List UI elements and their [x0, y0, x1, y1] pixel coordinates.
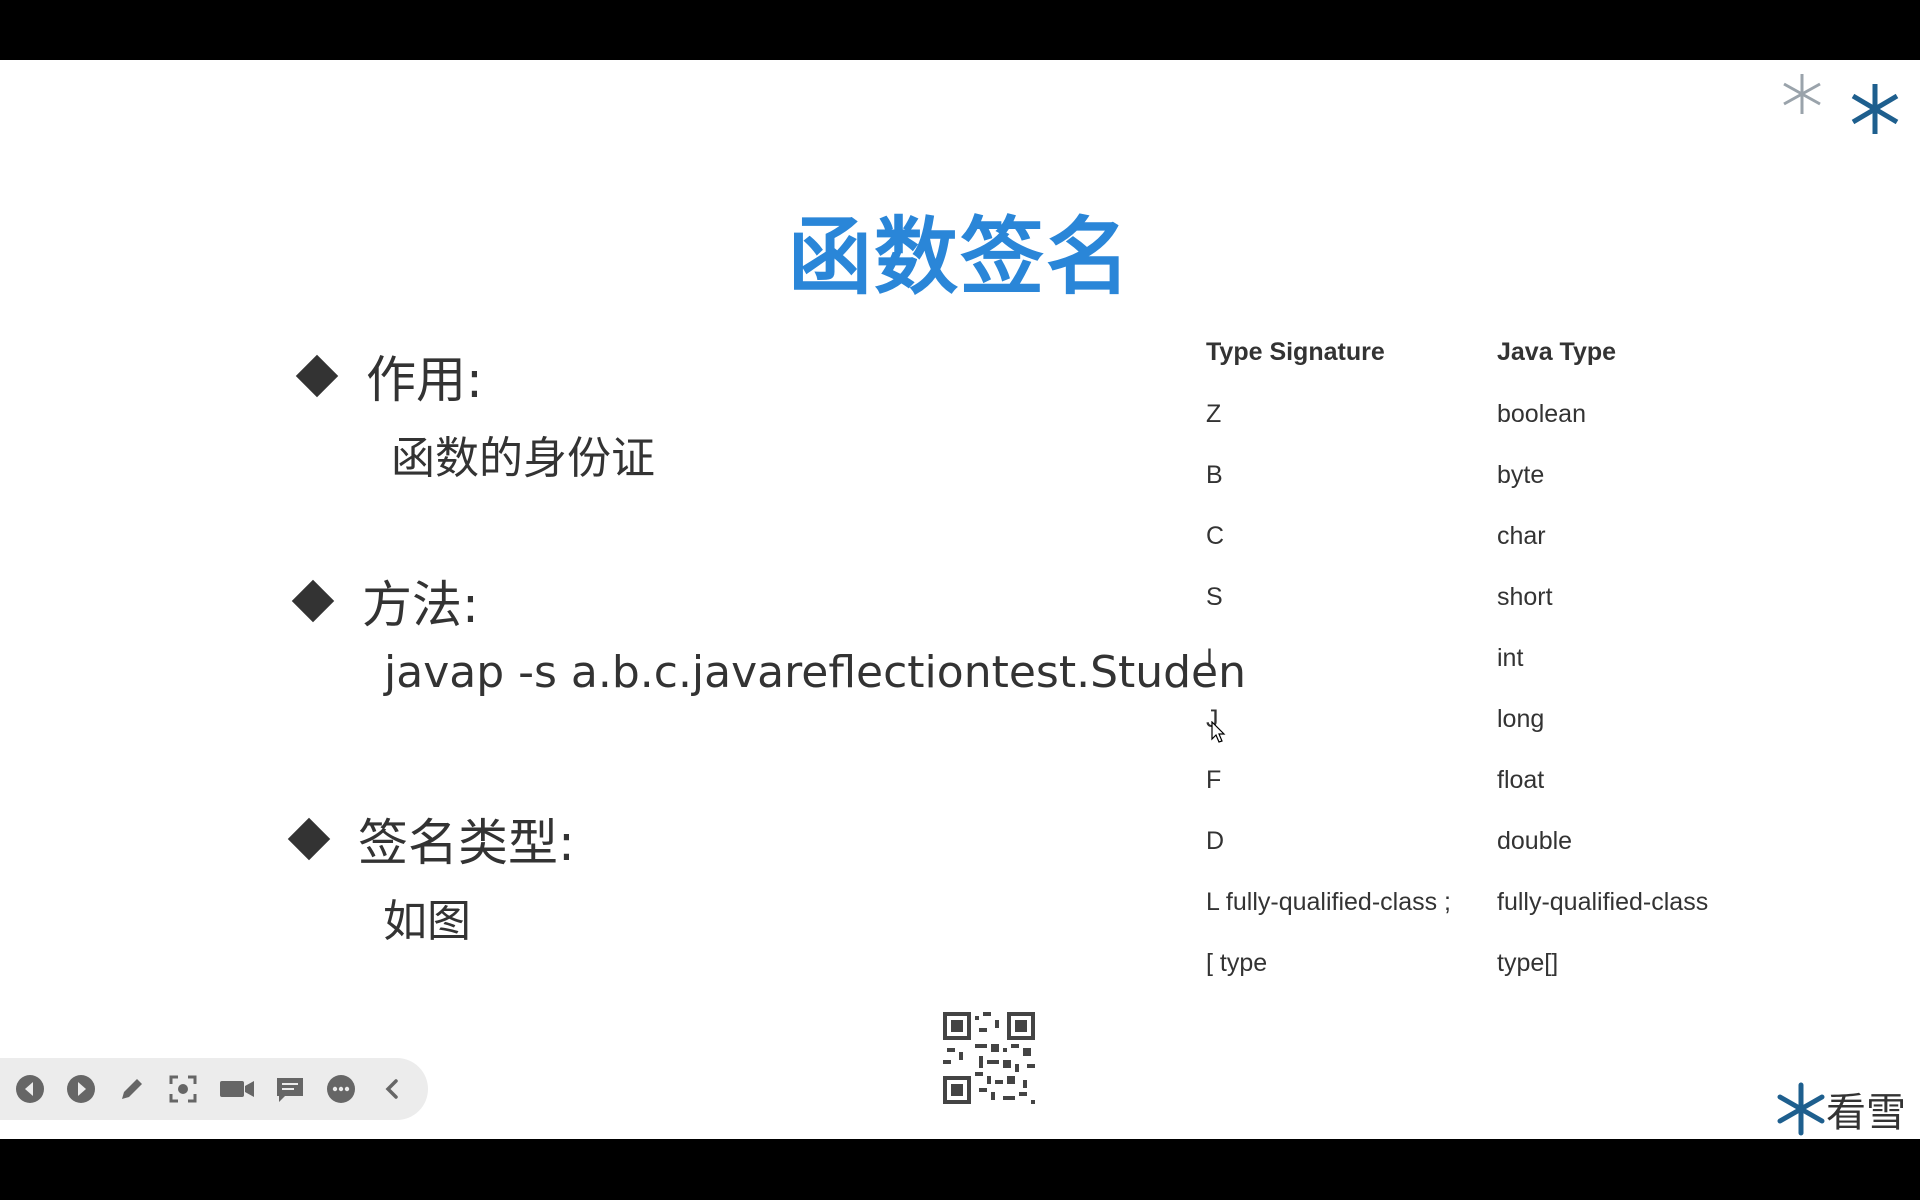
bullet-detail: 函数的身份证	[391, 433, 655, 484]
camera-icon	[219, 1081, 254, 1097]
table-cell: fully-qualified-class	[1497, 888, 1709, 916]
table-cell: long	[1497, 705, 1545, 733]
table-cell: I	[1206, 644, 1213, 672]
screenshot-icon	[169, 1075, 197, 1103]
presentation-toolbar	[0, 1058, 428, 1120]
table-row: [ type type[]	[1206, 933, 1708, 994]
bullet-label: 签名类型:	[358, 814, 575, 872]
comment-button[interactable]	[275, 1073, 306, 1105]
bullet-signature-types: 签名类型:	[287, 803, 575, 875]
presentation-slide: 函数签名 作用: 函数的身份证 方法: javap -s a.b.c.javar…	[0, 60, 1920, 1139]
table-row: J long	[1206, 689, 1708, 750]
table-cell: D	[1206, 827, 1225, 855]
table-row: B byte	[1206, 445, 1708, 506]
header-cell: Type Signature	[1206, 338, 1385, 366]
signature-table: Type Signature Java Type Z boolean B byt…	[1206, 338, 1708, 994]
diamond-bullet-icon	[291, 579, 335, 623]
watermark-logo	[1780, 66, 1900, 136]
pen-tool-button[interactable]	[116, 1073, 147, 1105]
table-cell: short	[1497, 583, 1553, 611]
comment-icon	[277, 1078, 304, 1102]
table-cell: C	[1206, 522, 1225, 550]
table-cell: type[]	[1497, 949, 1559, 977]
table-cell: S	[1206, 583, 1223, 611]
table-row: C char	[1206, 506, 1708, 567]
table-row: L fully-qualified-class ; fully-qualifie…	[1206, 872, 1708, 933]
bullet-method: 方法:	[291, 565, 479, 637]
kanxue-logo: 看雪	[1776, 1080, 1906, 1138]
next-slide-button[interactable]	[65, 1073, 96, 1105]
table-row: Z boolean	[1206, 384, 1708, 445]
table-cell: B	[1206, 461, 1223, 489]
more-icon	[327, 1075, 356, 1103]
diamond-bullet-icon	[295, 354, 339, 398]
table-header: Type Signature Java Type	[1206, 338, 1708, 384]
table-cell: float	[1497, 766, 1545, 794]
table-cell: char	[1497, 522, 1546, 550]
bullet-label: 作用:	[366, 351, 483, 409]
header-cell: Java Type	[1497, 338, 1617, 366]
camera-button[interactable]	[219, 1073, 255, 1105]
table-cell: byte	[1497, 461, 1545, 489]
bottom-black-bar	[0, 1139, 1920, 1200]
top-black-bar	[0, 0, 1920, 60]
previous-slide-button[interactable]	[14, 1073, 45, 1105]
snowflake-icon	[1783, 74, 1899, 134]
table-cell: Z	[1206, 400, 1222, 428]
bullet-label: 方法:	[362, 576, 479, 634]
collapse-icon	[385, 1079, 399, 1099]
slide-title: 函数签名	[787, 208, 1132, 306]
more-options-button[interactable]	[326, 1073, 357, 1105]
snowflake-icon	[1777, 1082, 1825, 1136]
bullet-detail: javap -s a.b.c.javareflectiontest.Studen	[384, 647, 1247, 698]
logo-text: 看雪	[1826, 1090, 1906, 1136]
table-row: F float	[1206, 750, 1708, 811]
table-row: S short	[1206, 567, 1708, 628]
table-cell: J	[1206, 705, 1219, 733]
diamond-bullet-icon	[287, 817, 331, 861]
previous-icon	[15, 1075, 44, 1103]
table-cell: boolean	[1497, 400, 1586, 428]
next-icon	[66, 1075, 95, 1103]
screenshot-button[interactable]	[167, 1073, 198, 1105]
table-row: I int	[1206, 628, 1708, 689]
pen-icon	[121, 1079, 142, 1099]
table-cell: [ type	[1206, 949, 1268, 977]
mouse-cursor-icon	[1211, 721, 1226, 743]
collapse-toolbar-button[interactable]	[377, 1073, 408, 1105]
bullet-detail: 如图	[383, 896, 471, 947]
table-row: D double	[1206, 811, 1708, 872]
table-cell: int	[1497, 644, 1524, 672]
bullet-purpose: 作用:	[295, 340, 483, 412]
qr-code-icon	[943, 1012, 1035, 1104]
table-cell: F	[1206, 766, 1222, 794]
table-cell: double	[1497, 827, 1573, 855]
table-cell: L fully-qualified-class ;	[1206, 888, 1452, 916]
